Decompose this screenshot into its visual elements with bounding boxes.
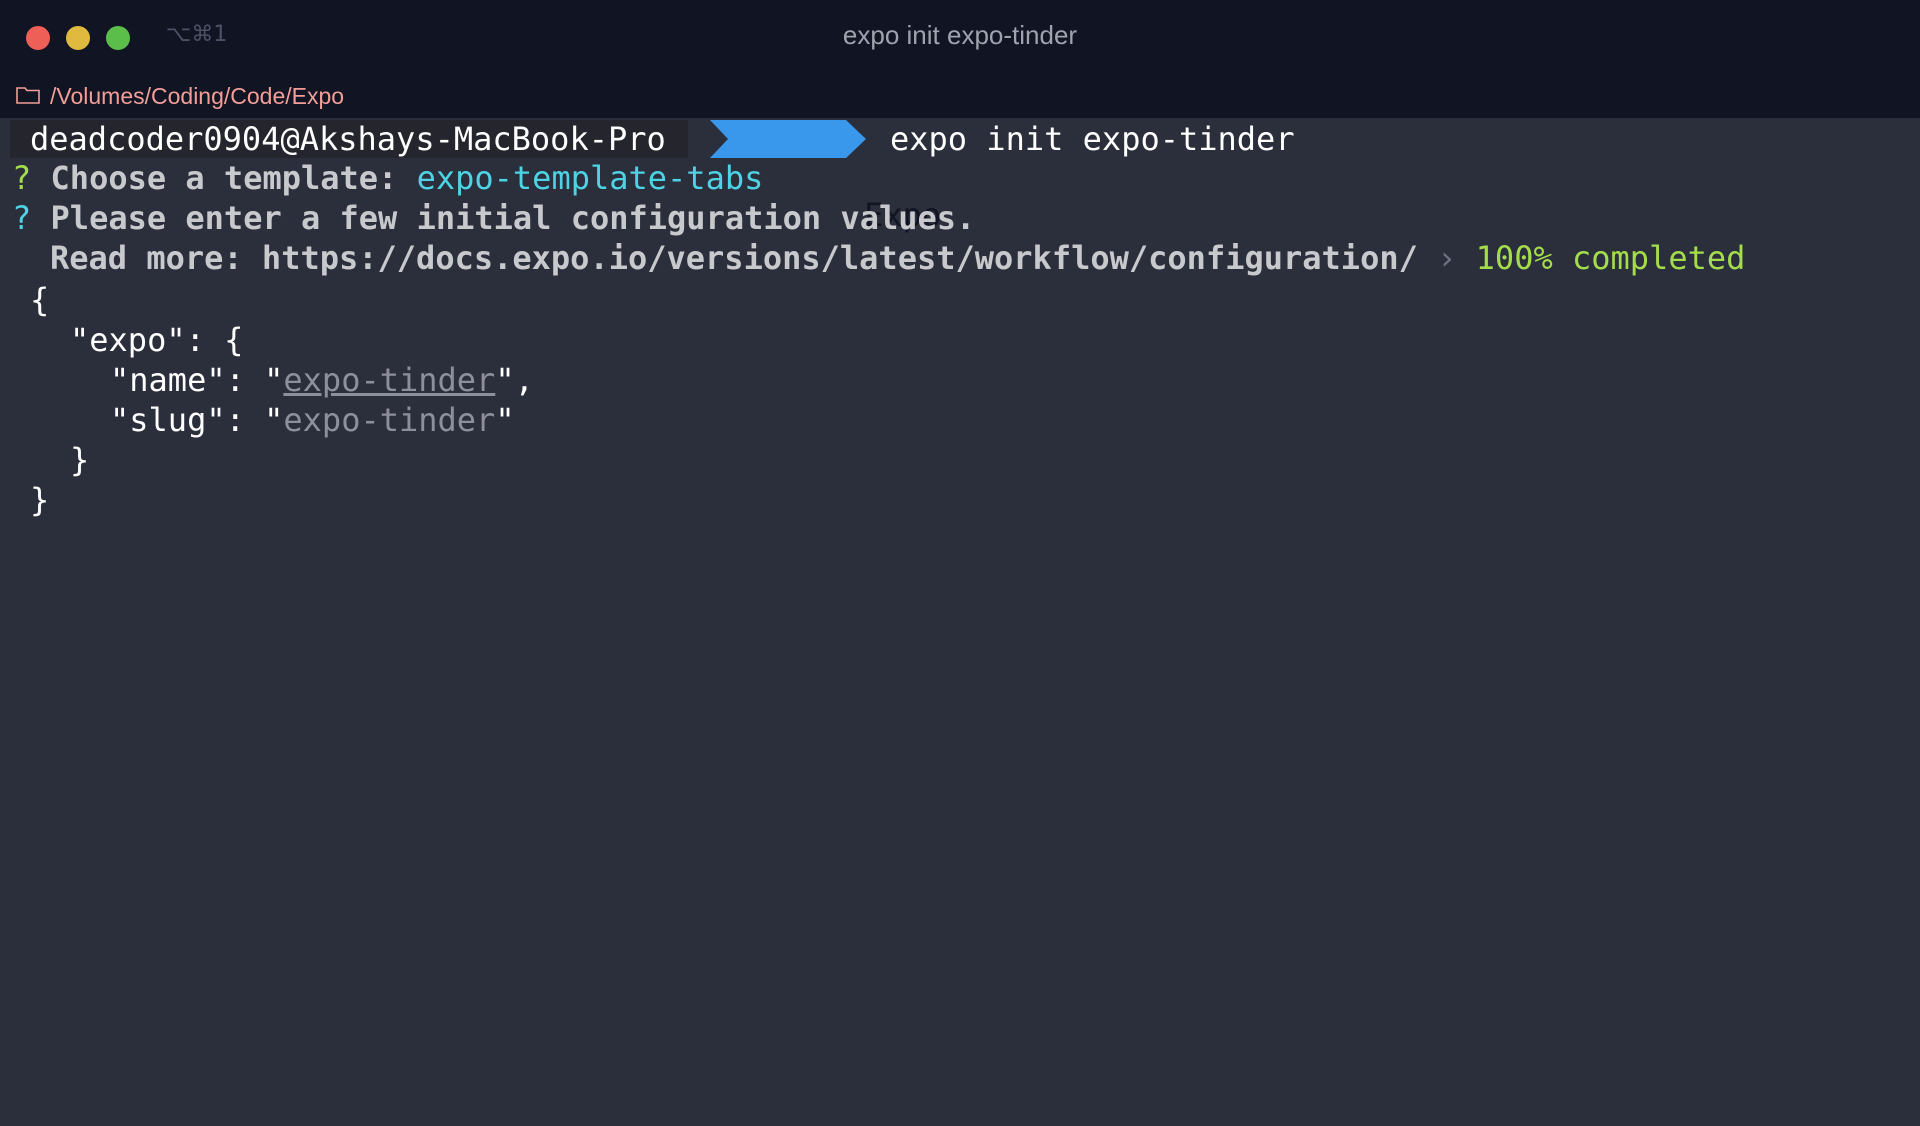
progress-status: 100% completed (1475, 239, 1746, 277)
json-expo-key: "expo": { (70, 321, 244, 359)
prompt-directory-segment: Expo (710, 120, 941, 234)
config-question-line: ? Please enter a few initial configurati… (12, 198, 975, 238)
json-slug-suffix: " (495, 401, 515, 439)
template-answer: expo-template-tabs (416, 159, 764, 197)
question-marker: ? (12, 199, 32, 237)
readmore-label: Read more: (50, 239, 243, 277)
json-slug-row[interactable]: "slug": "expo-tinder" (110, 400, 515, 440)
path-bar: /Volumes/Coding/Code/Expo (0, 76, 1920, 118)
name-value-input[interactable]: expo-tinder (283, 361, 495, 399)
json-name-key: "name": " (110, 361, 284, 399)
json-inner-close: } (70, 441, 90, 479)
powerline-segment-shape (710, 120, 866, 158)
terminal-output[interactable]: deadcoder0904@Akshays-MacBook-Pro Expo e… (0, 118, 1920, 1126)
readmore-line: Read more: https://docs.expo.io/versions… (50, 238, 1745, 278)
separator-chevron: › (1437, 239, 1457, 277)
config-question: Please enter a few initial configuration… (50, 199, 976, 237)
prompt-line: deadcoder0904@Akshays-MacBook-Pro Expo e… (0, 118, 1920, 234)
docs-link[interactable]: https://docs.expo.io/versions/latest/wor… (262, 239, 1418, 277)
slug-value-input[interactable]: expo-tinder (283, 401, 495, 439)
window-title: expo init expo-tinder (842, 20, 1078, 50)
terminal-window: ⌥⌘1 expo init expo-tinder /Volumes/Codin… (0, 0, 1920, 1126)
prompt-user-host: deadcoder0904@Akshays-MacBook-Pro (10, 120, 688, 158)
title-bar[interactable]: ⌥⌘1 expo init expo-tinder (0, 0, 1920, 76)
template-question-line: ? Choose a template: expo-template-tabs (12, 158, 763, 198)
json-outer-close: } (30, 481, 50, 519)
current-path: /Volumes/Coding/Code/Expo (50, 83, 345, 109)
json-slug-key: "slug": " (110, 401, 284, 439)
question-marker: ? (12, 159, 32, 197)
json-open-brace: { (30, 281, 50, 319)
template-question: Choose a template: (50, 159, 398, 197)
json-name-suffix: ", (495, 361, 534, 399)
json-name-row[interactable]: "name": "expo-tinder", (110, 360, 534, 400)
folder-icon (16, 87, 40, 104)
prompt-command: expo init expo-tinder (890, 120, 1295, 158)
